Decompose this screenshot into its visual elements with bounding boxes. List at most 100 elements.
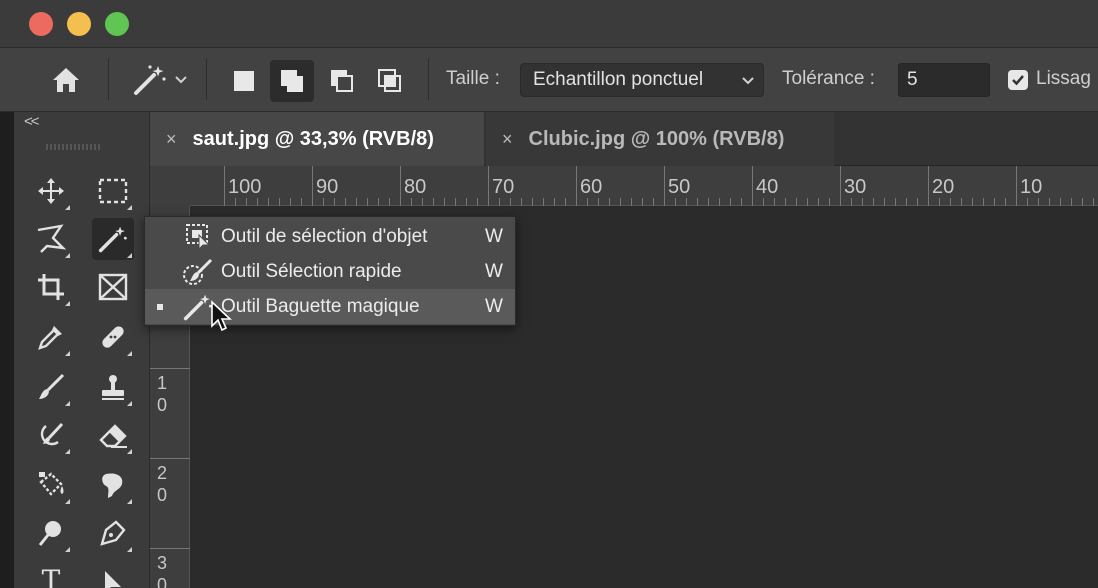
menu-item-object-selection[interactable]: Outil de sélection d'objet W xyxy=(145,219,515,254)
marquee-tool[interactable] xyxy=(92,170,134,212)
new-selection-button[interactable] xyxy=(222,60,266,102)
ruler-number: 0 xyxy=(156,395,167,415)
pen-tool[interactable] xyxy=(92,512,134,554)
move-tool[interactable] xyxy=(30,170,72,212)
selection-tools-flyout: Outil de sélection d'objet W Outil Sélec… xyxy=(144,216,516,326)
ruler-minor-tick xyxy=(378,198,379,206)
ruler-origin[interactable] xyxy=(150,166,190,206)
menu-item-magic-wand[interactable]: Outil Baguette magique W xyxy=(145,289,515,324)
ruler-minor-tick xyxy=(642,198,643,206)
tolerance-label: Tolérance : xyxy=(782,68,875,89)
tool-preset-picker[interactable] xyxy=(124,60,196,100)
ruler-minor-tick xyxy=(708,198,709,206)
ruler-minor-tick xyxy=(994,198,995,206)
healing-tool[interactable] xyxy=(92,316,134,358)
ruler-number: 1 xyxy=(156,373,167,393)
ruler-minor-tick xyxy=(411,198,412,206)
ruler-minor-tick xyxy=(906,198,907,206)
ruler-tick xyxy=(150,458,190,459)
ruler-minor-tick xyxy=(598,198,599,206)
home-button[interactable] xyxy=(44,62,88,98)
size-label: Taille : xyxy=(446,68,500,89)
ruler-minor-tick xyxy=(510,198,511,206)
new-selection-icon xyxy=(234,71,254,91)
type-tool[interactable]: T xyxy=(30,560,72,588)
selected-bullet xyxy=(157,303,163,310)
chevron-down-icon xyxy=(175,76,187,84)
ruler-number: 80 xyxy=(404,176,427,198)
ruler-minor-tick xyxy=(499,198,500,206)
ruler-minor-tick xyxy=(785,198,786,206)
ruler-minor-tick xyxy=(356,198,357,206)
ruler-minor-tick xyxy=(741,198,742,206)
dodge-tool[interactable] xyxy=(30,512,72,554)
ruler-minor-tick xyxy=(829,198,830,206)
crop-tool[interactable] xyxy=(30,266,72,308)
tab-saut[interactable]: × saut.jpg @ 33,3% (RVB/8) xyxy=(150,112,484,166)
arrow-icon xyxy=(105,571,121,588)
ruler-minor-tick xyxy=(565,198,566,206)
ruler-minor-tick xyxy=(730,198,731,206)
ruler-minor-tick xyxy=(1082,198,1083,206)
tolerance-value: 5 xyxy=(907,69,918,90)
ruler-minor-tick xyxy=(290,198,291,206)
ruler-minor-tick xyxy=(675,198,676,206)
chevron-down-icon xyxy=(742,77,754,85)
eyedropper-tool[interactable] xyxy=(30,316,72,358)
close-tab-icon[interactable]: × xyxy=(502,129,513,150)
antialias-checkbox[interactable] xyxy=(1008,70,1028,90)
ruler-minor-tick xyxy=(631,198,632,206)
ruler-minor-tick xyxy=(917,198,918,206)
ruler-minor-tick xyxy=(862,198,863,206)
lasso-tool[interactable] xyxy=(30,218,72,260)
zoom-window-button[interactable] xyxy=(105,12,129,36)
tab-clubic[interactable]: × Clubic.jpg @ 100% (RVB/8) xyxy=(486,112,834,166)
minimize-window-button[interactable] xyxy=(67,12,91,36)
antialias-label: Lissag xyxy=(1036,68,1091,89)
ruler-tick xyxy=(400,166,401,206)
collapse-panel-button[interactable]: << xyxy=(24,113,39,130)
ruler-minor-tick xyxy=(818,198,819,206)
ruler-minor-tick xyxy=(851,198,852,206)
intersect-selection-button[interactable] xyxy=(368,60,412,102)
stamp-tool[interactable] xyxy=(92,366,134,408)
add-to-selection-button[interactable] xyxy=(270,60,314,102)
brush-tool[interactable] xyxy=(30,366,72,408)
ruler-minor-tick xyxy=(1071,198,1072,206)
ruler-minor-tick xyxy=(1093,198,1094,206)
ruler-minor-tick xyxy=(1060,198,1061,206)
ruler-minor-tick xyxy=(1049,198,1050,206)
ruler-minor-tick xyxy=(422,198,423,206)
ruler-number: 70 xyxy=(492,176,515,198)
ruler-minor-tick xyxy=(323,198,324,206)
magic-wand-tool[interactable] xyxy=(92,218,134,260)
close-tab-icon[interactable]: × xyxy=(166,129,177,150)
smudge-icon xyxy=(102,473,123,498)
subtract-selection-button[interactable] xyxy=(320,60,364,102)
tolerance-input[interactable]: 5 xyxy=(898,63,990,97)
ruler-tick xyxy=(224,166,225,206)
ruler-number: 40 xyxy=(756,176,779,198)
ruler-minor-tick xyxy=(466,198,467,206)
paint-bucket-tool[interactable] xyxy=(30,464,72,506)
checkmark-icon xyxy=(1012,75,1024,86)
ruler-minor-tick xyxy=(796,198,797,206)
eraser-tool[interactable] xyxy=(92,414,134,456)
ruler-minor-tick xyxy=(972,198,973,206)
ruler-minor-tick xyxy=(719,198,720,206)
history-brush-tool[interactable] xyxy=(30,414,72,456)
close-window-button[interactable] xyxy=(29,12,53,36)
ruler-minor-tick xyxy=(895,198,896,206)
frame-tool[interactable] xyxy=(92,266,134,308)
size-select[interactable]: Echantillon ponctuel xyxy=(520,63,764,97)
ruler-minor-tick xyxy=(609,198,610,206)
smudge-tool[interactable] xyxy=(92,464,134,506)
object-selection-icon xyxy=(181,222,215,252)
eyedropper-icon xyxy=(38,326,62,350)
subtract-selection-icon xyxy=(331,70,353,92)
panel-grip[interactable] xyxy=(46,144,100,150)
ruler-minor-tick xyxy=(587,198,588,206)
menu-item-quick-selection[interactable]: Outil Sélection rapide W xyxy=(145,254,515,289)
pen-icon xyxy=(100,520,126,546)
path-select-tool[interactable] xyxy=(92,560,134,588)
